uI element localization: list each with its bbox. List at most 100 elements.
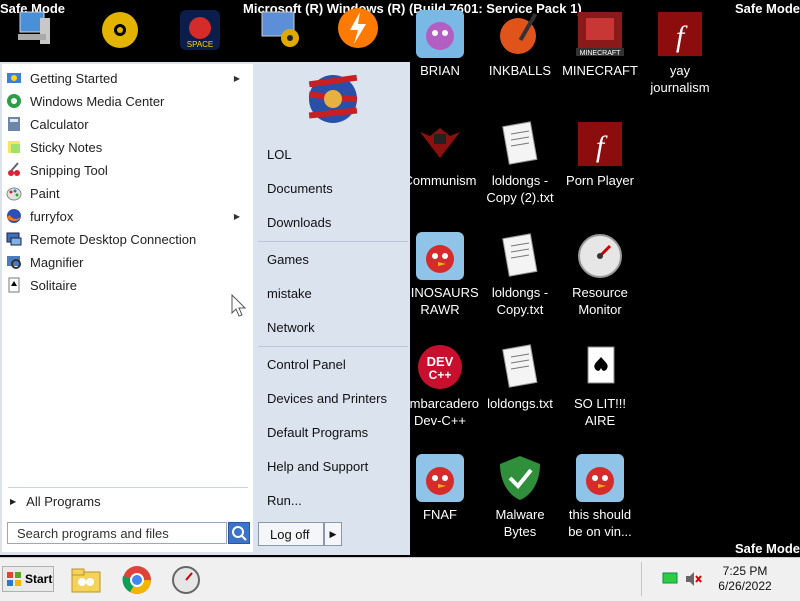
log-off-button[interactable]: Log off <box>258 522 324 546</box>
sticky-notes-icon <box>6 139 22 155</box>
desktop-icon-minecraft[interactable]: MINECRAFT MINECRAFT <box>560 10 640 79</box>
program-label: Windows Media Center <box>30 93 165 109</box>
taskbar-app-chrome[interactable] <box>121 564 153 596</box>
icon-label: INKBALLS <box>488 63 552 78</box>
start-item-games[interactable]: Games <box>267 252 309 267</box>
angry-birds-icon <box>416 454 464 502</box>
search-button[interactable] <box>228 522 250 544</box>
start-item-default-programs[interactable]: Default Programs <box>267 425 368 440</box>
start-item-help-support[interactable]: Help and Support <box>267 459 368 474</box>
start-item-control-panel[interactable]: Control Panel <box>267 357 346 372</box>
text-file-icon <box>496 120 544 168</box>
program-getting-started[interactable]: Getting Started ▶ <box>6 67 246 89</box>
desktop-icon-communism[interactable]: Communism <box>400 120 480 189</box>
icon-label: this should be on vin... <box>568 507 632 539</box>
angry-birds-space-icon[interactable]: SPACE <box>180 10 220 50</box>
angry-birds-icon <box>416 232 464 280</box>
magnifier-icon <box>6 254 22 270</box>
all-programs-button[interactable]: ▶ All Programs <box>10 494 101 509</box>
svg-text:MINECRAFT: MINECRAFT <box>580 50 622 57</box>
program-label: Snipping Tool <box>30 162 108 178</box>
start-item-devices-printers[interactable]: Devices and Printers <box>267 391 387 406</box>
speed-app-icon[interactable] <box>336 6 380 50</box>
desktop-icon-malware-bytes[interactable]: Malware Bytes <box>480 454 560 540</box>
settings-monitor-icon[interactable] <box>258 8 302 52</box>
icon-label: Communism <box>403 173 477 188</box>
program-windows-media-center[interactable]: Windows Media Center <box>6 90 246 112</box>
dev-cpp-icon: DEV C++ <box>416 343 464 391</box>
icon-label: BRIAN <box>420 63 460 78</box>
desktop-icon-porn-player[interactable]: f Porn Player <box>560 120 640 189</box>
icon-label: loldongs - Copy.txt <box>491 285 549 317</box>
folder-icon <box>71 568 101 593</box>
start-item-documents[interactable]: Documents <box>267 181 333 196</box>
svg-text:DEV: DEV <box>427 354 454 369</box>
program-solitaire[interactable]: Solitaire <box>6 274 246 296</box>
desktop-icon-so-lit-aire[interactable]: SO LIT!!! AIRE <box>560 343 640 429</box>
angry-birds-icon <box>416 10 464 58</box>
program-magnifier[interactable]: Magnifier <box>6 251 246 273</box>
program-remote-desktop[interactable]: Remote Desktop Connection <box>6 228 246 250</box>
programs-separator <box>8 487 248 488</box>
search-input[interactable]: Search programs and files <box>7 522 227 544</box>
solitaire-icon <box>6 277 22 293</box>
desktop-icon-dev-cpp[interactable]: DEV C++ Embarcadero Dev-C++ <box>400 343 480 429</box>
desktop-icon-brian[interactable]: BRIAN <box>400 10 480 79</box>
gauge-icon <box>576 232 624 280</box>
desktop-icon-fnaf[interactable]: FNAF <box>400 454 480 523</box>
media-center-icon <box>6 93 22 109</box>
paint-icon <box>6 185 22 201</box>
computer-icon[interactable] <box>14 8 54 48</box>
flash-icon: f <box>576 120 624 168</box>
icon-label: FNAF <box>423 507 457 522</box>
program-paint[interactable]: Paint <box>6 182 246 204</box>
chevron-right-icon: ▶ <box>329 529 337 539</box>
shutdown-options-button[interactable]: ▶ <box>324 522 342 546</box>
desktop-icon-loldongs-copy[interactable]: loldongs - Copy.txt <box>480 232 560 318</box>
start-item-lol[interactable]: LOL <box>267 147 292 162</box>
desktop-icon-loldongs-copy2[interactable]: loldongs - Copy (2).txt <box>480 120 560 206</box>
dvd-drive-icon[interactable] <box>100 10 140 50</box>
taskbar-app-file-explorer[interactable] <box>70 564 102 596</box>
icon-label: MINECRAFT <box>562 63 638 78</box>
program-snipping-tool[interactable]: Snipping Tool <box>6 159 246 181</box>
desktop-icon-this-should-be-on-vin[interactable]: this should be on vin... <box>560 454 640 540</box>
icon-label: Malware Bytes <box>495 507 545 539</box>
desktop-icon-loldongs[interactable]: loldongs.txt <box>480 343 560 412</box>
program-label: Getting Started <box>30 70 118 86</box>
start-item-mistake[interactable]: mistake <box>267 286 312 301</box>
icon-label: Resource Monitor <box>572 285 628 317</box>
desktop-icon-inkballs[interactable]: INKBALLS <box>480 10 560 79</box>
expand-arrow-icon: ▶ <box>10 497 17 506</box>
taskbar-app-resource-monitor[interactable] <box>170 564 202 596</box>
desktop-icon-dinosaurs-rawr[interactable]: DINOSAURS RAWR <box>400 232 480 318</box>
windows-logo-icon <box>7 572 21 586</box>
user-account-picture[interactable] <box>303 68 363 130</box>
start-item-network[interactable]: Network <box>267 320 315 335</box>
right-pane-separator <box>258 346 408 347</box>
desktop-icon-resource-monitor[interactable]: Resource Monitor <box>560 232 640 318</box>
icon-label: DINOSAURS RAWR <box>401 285 479 317</box>
program-sticky-notes[interactable]: Sticky Notes <box>6 136 246 158</box>
program-label: Calculator <box>30 116 89 132</box>
desktop-icon-yay-journalism[interactable]: f yay journalism <box>640 10 720 96</box>
submenu-arrow-icon: ▶ <box>233 73 240 83</box>
icon-label: Embarcadero Dev-C++ <box>400 396 480 428</box>
search-icon <box>232 526 247 541</box>
start-item-downloads[interactable]: Downloads <box>267 215 331 230</box>
chrome-icon <box>122 566 151 594</box>
system-clock[interactable]: 7:25 PM 6/26/2022 <box>700 564 790 594</box>
icon-label: loldongs.txt <box>487 396 553 411</box>
program-label: furryfox <box>30 208 74 224</box>
program-furryfox[interactable]: furryfox ▶ <box>6 205 246 227</box>
icon-label: loldongs - Copy (2).txt <box>486 173 554 205</box>
program-label: Solitaire <box>30 277 77 293</box>
flash-icon: f <box>656 10 704 58</box>
icon-label: yay journalism <box>650 63 710 95</box>
start-item-run[interactable]: Run... <box>267 493 302 508</box>
network-icon[interactable] <box>662 572 678 591</box>
start-button[interactable]: Start <box>2 566 54 592</box>
submenu-arrow-icon: ▶ <box>233 211 240 221</box>
shield-check-icon <box>496 454 544 502</box>
program-calculator[interactable]: Calculator <box>6 113 246 135</box>
